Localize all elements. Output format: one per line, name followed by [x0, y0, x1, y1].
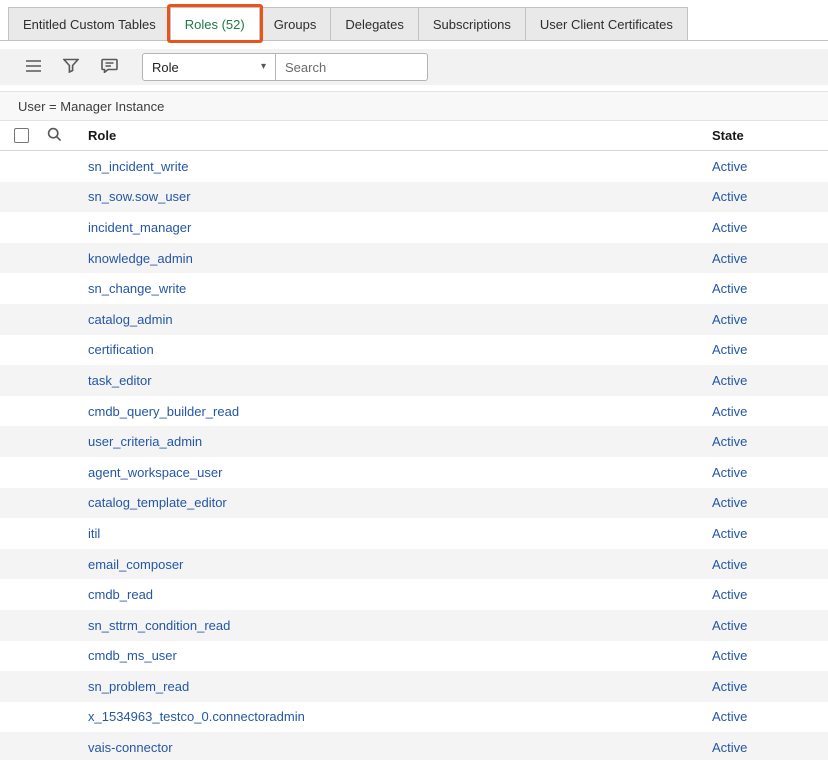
- table-row: email_composer Active: [0, 549, 828, 580]
- role-link[interactable]: catalog_admin: [88, 312, 712, 327]
- table-row: certification Active: [0, 335, 828, 366]
- table-row: cmdb_read Active: [0, 579, 828, 610]
- chat-icon: [101, 58, 118, 76]
- table-header: Role State: [0, 121, 828, 151]
- state-link[interactable]: Active: [712, 526, 828, 541]
- tab-entitled-custom-tables[interactable]: Entitled Custom Tables: [8, 7, 171, 40]
- role-link[interactable]: cmdb_read: [88, 587, 712, 602]
- tab-label: User Client Certificates: [540, 17, 673, 32]
- table-row: catalog_admin Active: [0, 304, 828, 335]
- role-link[interactable]: x_1534963_testco_0.connectoradmin: [88, 709, 712, 724]
- role-link[interactable]: sn_problem_read: [88, 679, 712, 694]
- state-link[interactable]: Active: [712, 740, 828, 755]
- table-body: sn_incident_write Active sn_sow.sow_user…: [0, 151, 828, 760]
- table-row: catalog_template_editor Active: [0, 488, 828, 519]
- table-row: sn_sow.sow_user Active: [0, 182, 828, 213]
- state-link[interactable]: Active: [712, 434, 828, 449]
- table-row: user_criteria_admin Active: [0, 426, 828, 457]
- state-link[interactable]: Active: [712, 495, 828, 510]
- table-row: vais-connector Active: [0, 732, 828, 760]
- tab-user-client-certificates[interactable]: User Client Certificates: [525, 7, 688, 40]
- state-link[interactable]: Active: [712, 189, 828, 204]
- role-link[interactable]: vais-connector: [88, 740, 712, 755]
- tab-bar: Entitled Custom Tables Roles (52) Groups…: [0, 0, 828, 41]
- state-link[interactable]: Active: [712, 618, 828, 633]
- tab-groups[interactable]: Groups: [259, 7, 332, 40]
- tab-roles-52[interactable]: Roles (52): [170, 7, 260, 40]
- role-link[interactable]: knowledge_admin: [88, 251, 712, 266]
- state-link[interactable]: Active: [712, 312, 828, 327]
- table-row: cmdb_ms_user Active: [0, 641, 828, 672]
- role-link[interactable]: incident_manager: [88, 220, 712, 235]
- state-link[interactable]: Active: [712, 404, 828, 419]
- role-link[interactable]: catalog_template_editor: [88, 495, 712, 510]
- state-link[interactable]: Active: [712, 679, 828, 694]
- column-header-state[interactable]: State: [712, 128, 828, 143]
- menu-icon: [25, 59, 42, 76]
- table-row: sn_change_write Active: [0, 273, 828, 304]
- role-link[interactable]: sn_sttrm_condition_read: [88, 618, 712, 633]
- tab-label: Subscriptions: [433, 17, 511, 32]
- role-link[interactable]: user_criteria_admin: [88, 434, 712, 449]
- tab-subscriptions[interactable]: Subscriptions: [418, 7, 526, 40]
- table-row: sn_sttrm_condition_read Active: [0, 610, 828, 641]
- role-link[interactable]: cmdb_ms_user: [88, 648, 712, 663]
- list-menu-button[interactable]: [20, 54, 46, 80]
- select-all-checkbox[interactable]: [14, 128, 29, 143]
- filter-icon: [63, 58, 79, 76]
- state-link[interactable]: Active: [712, 159, 828, 174]
- list-toolbar: Role ▾: [0, 49, 828, 85]
- header-gutter: [0, 127, 88, 145]
- chat-button[interactable]: [96, 54, 122, 80]
- role-link[interactable]: sn_incident_write: [88, 159, 712, 174]
- state-link[interactable]: Active: [712, 342, 828, 357]
- role-link[interactable]: cmdb_query_builder_read: [88, 404, 712, 419]
- tab-delegates[interactable]: Delegates: [330, 7, 419, 40]
- breadcrumb[interactable]: User = Manager Instance: [18, 99, 164, 114]
- tab-label: Roles (52): [185, 17, 245, 32]
- state-link[interactable]: Active: [712, 587, 828, 602]
- search-field-dropdown[interactable]: Role ▾: [142, 53, 276, 81]
- role-link[interactable]: sn_change_write: [88, 281, 712, 296]
- role-link[interactable]: certification: [88, 342, 712, 357]
- breadcrumb-bar: User = Manager Instance: [0, 91, 828, 121]
- table-row: task_editor Active: [0, 365, 828, 396]
- role-link[interactable]: sn_sow.sow_user: [88, 189, 712, 204]
- tab-label: Delegates: [345, 17, 404, 32]
- state-link[interactable]: Active: [712, 281, 828, 296]
- search-icon: [47, 130, 62, 145]
- role-link[interactable]: task_editor: [88, 373, 712, 388]
- filter-button[interactable]: [58, 54, 84, 80]
- state-link[interactable]: Active: [712, 220, 828, 235]
- column-search-toggle[interactable]: [47, 127, 62, 145]
- role-link[interactable]: itil: [88, 526, 712, 541]
- tab-label: Entitled Custom Tables: [23, 17, 156, 32]
- role-link[interactable]: email_composer: [88, 557, 712, 572]
- table-row: incident_manager Active: [0, 212, 828, 243]
- tab-label: Groups: [274, 17, 317, 32]
- chevron-down-icon: ▾: [261, 62, 266, 72]
- list-search-group: Role ▾: [142, 53, 428, 81]
- state-link[interactable]: Active: [712, 373, 828, 388]
- table-row: x_1534963_testco_0.connectoradmin Active: [0, 702, 828, 733]
- table-row: itil Active: [0, 518, 828, 549]
- state-link[interactable]: Active: [712, 557, 828, 572]
- state-link[interactable]: Active: [712, 251, 828, 266]
- table-row: knowledge_admin Active: [0, 243, 828, 274]
- state-link[interactable]: Active: [712, 465, 828, 480]
- table-row: agent_workspace_user Active: [0, 457, 828, 488]
- search-input[interactable]: [276, 53, 428, 81]
- state-link[interactable]: Active: [712, 648, 828, 663]
- search-field-value: Role: [152, 60, 179, 75]
- table-row: sn_incident_write Active: [0, 151, 828, 182]
- role-link[interactable]: agent_workspace_user: [88, 465, 712, 480]
- related-list-page: Entitled Custom Tables Roles (52) Groups…: [0, 0, 828, 760]
- column-header-role[interactable]: Role: [88, 128, 712, 143]
- state-link[interactable]: Active: [712, 709, 828, 724]
- table-row: cmdb_query_builder_read Active: [0, 396, 828, 427]
- table-row: sn_problem_read Active: [0, 671, 828, 702]
